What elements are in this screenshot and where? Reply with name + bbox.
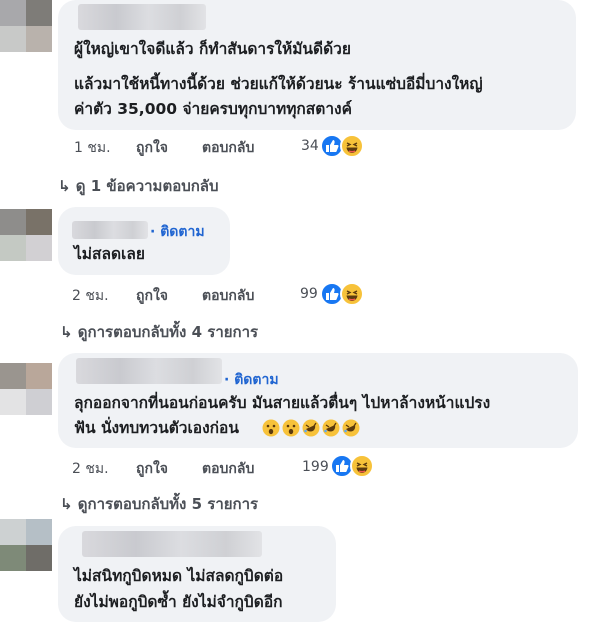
comment-timestamp[interactable]: 2 ชม. (72, 285, 109, 307)
reply-link-label[interactable]: ตอบกลับ (202, 458, 254, 480)
reaction-count[interactable]: 34 (301, 138, 319, 154)
avatar[interactable] (0, 0, 52, 52)
comment-text-line: แล้วมาใช้หนี้ทางนี้ด้วย ช่วยแก้ให้ด้วยนะ… (74, 75, 483, 93)
open-mouth-emoji (262, 419, 280, 437)
open-mouth-emoji (282, 419, 300, 437)
avatar[interactable] (0, 209, 52, 261)
commenter-name[interactable] (78, 4, 206, 30)
like-link[interactable]: ถูกใจ (136, 458, 168, 480)
comment-text-line: ยังไม่พอกูบิดซ้ำ ยังไม่จำกูบิดอีก (74, 593, 283, 611)
rofl-emoji (302, 419, 320, 437)
haha-reaction-icon[interactable] (340, 282, 364, 306)
comment-text-line: ผู้ใหญ่เขาใจดีแล้ว ก็ทำสันดารให้มันดีด้ว… (74, 40, 351, 58)
like-link[interactable]: ถูกใจ (136, 137, 168, 159)
comment-text-line: ฟัน นั่งทบทวนตัวเองก่อน (74, 419, 239, 437)
commenter-name[interactable] (82, 531, 262, 557)
comment-text-line: ไม่สนิทกูบิดหมด ไม่สลดกูบิดต่อ (74, 567, 284, 585)
avatar[interactable] (0, 519, 52, 571)
reply-arrow-icon: ↳ (58, 177, 76, 195)
comment-text-line: ลุกออกจากที่นอนก่อนครับ มันสายแล้วตื่นๆ … (74, 394, 491, 412)
comment-text-line: ไม่สลดเลย (74, 245, 145, 263)
comment-timestamp[interactable]: 2 ชม. (72, 458, 109, 480)
avatar[interactable] (0, 363, 52, 415)
reply-arrow-icon: ↳ (60, 495, 78, 513)
reply-arrow-icon: ↳ (60, 323, 78, 341)
view-replies-link[interactable]: ↳ ดู 1 ข้อความตอบกลับ (58, 174, 219, 198)
commenter-name[interactable] (72, 221, 148, 239)
reaction-count[interactable]: 199 (302, 459, 329, 475)
haha-reaction-icon[interactable] (340, 134, 364, 158)
reply-link[interactable]: ตอบกลับ (202, 137, 254, 159)
rofl-emoji (342, 419, 360, 437)
comment-emojis (262, 419, 360, 439)
reaction-count[interactable]: 99 (300, 286, 318, 302)
follow-link[interactable]: · ติดตาม (150, 221, 205, 243)
commenter-name[interactable] (76, 358, 222, 384)
view-replies-link[interactable]: ↳ ดูการตอบกลับทั้ง 5 รายการ (60, 492, 258, 516)
comment-text-line: ค่าตัว 35,000 จ่ายครบทุกบาททุกสตางค์ (74, 100, 352, 118)
rofl-emoji (322, 419, 340, 437)
comment-timestamp[interactable]: 1 ชม. (74, 137, 111, 159)
like-link[interactable]: ถูกใจ (136, 285, 168, 307)
follow-link[interactable]: · ติดตาม (224, 369, 279, 391)
view-replies-link[interactable]: ↳ ดูการตอบกลับทั้ง 4 รายการ (60, 320, 258, 344)
reply-link[interactable]: ตอบกลับ (202, 285, 254, 307)
haha-reaction-icon[interactable] (350, 454, 374, 478)
